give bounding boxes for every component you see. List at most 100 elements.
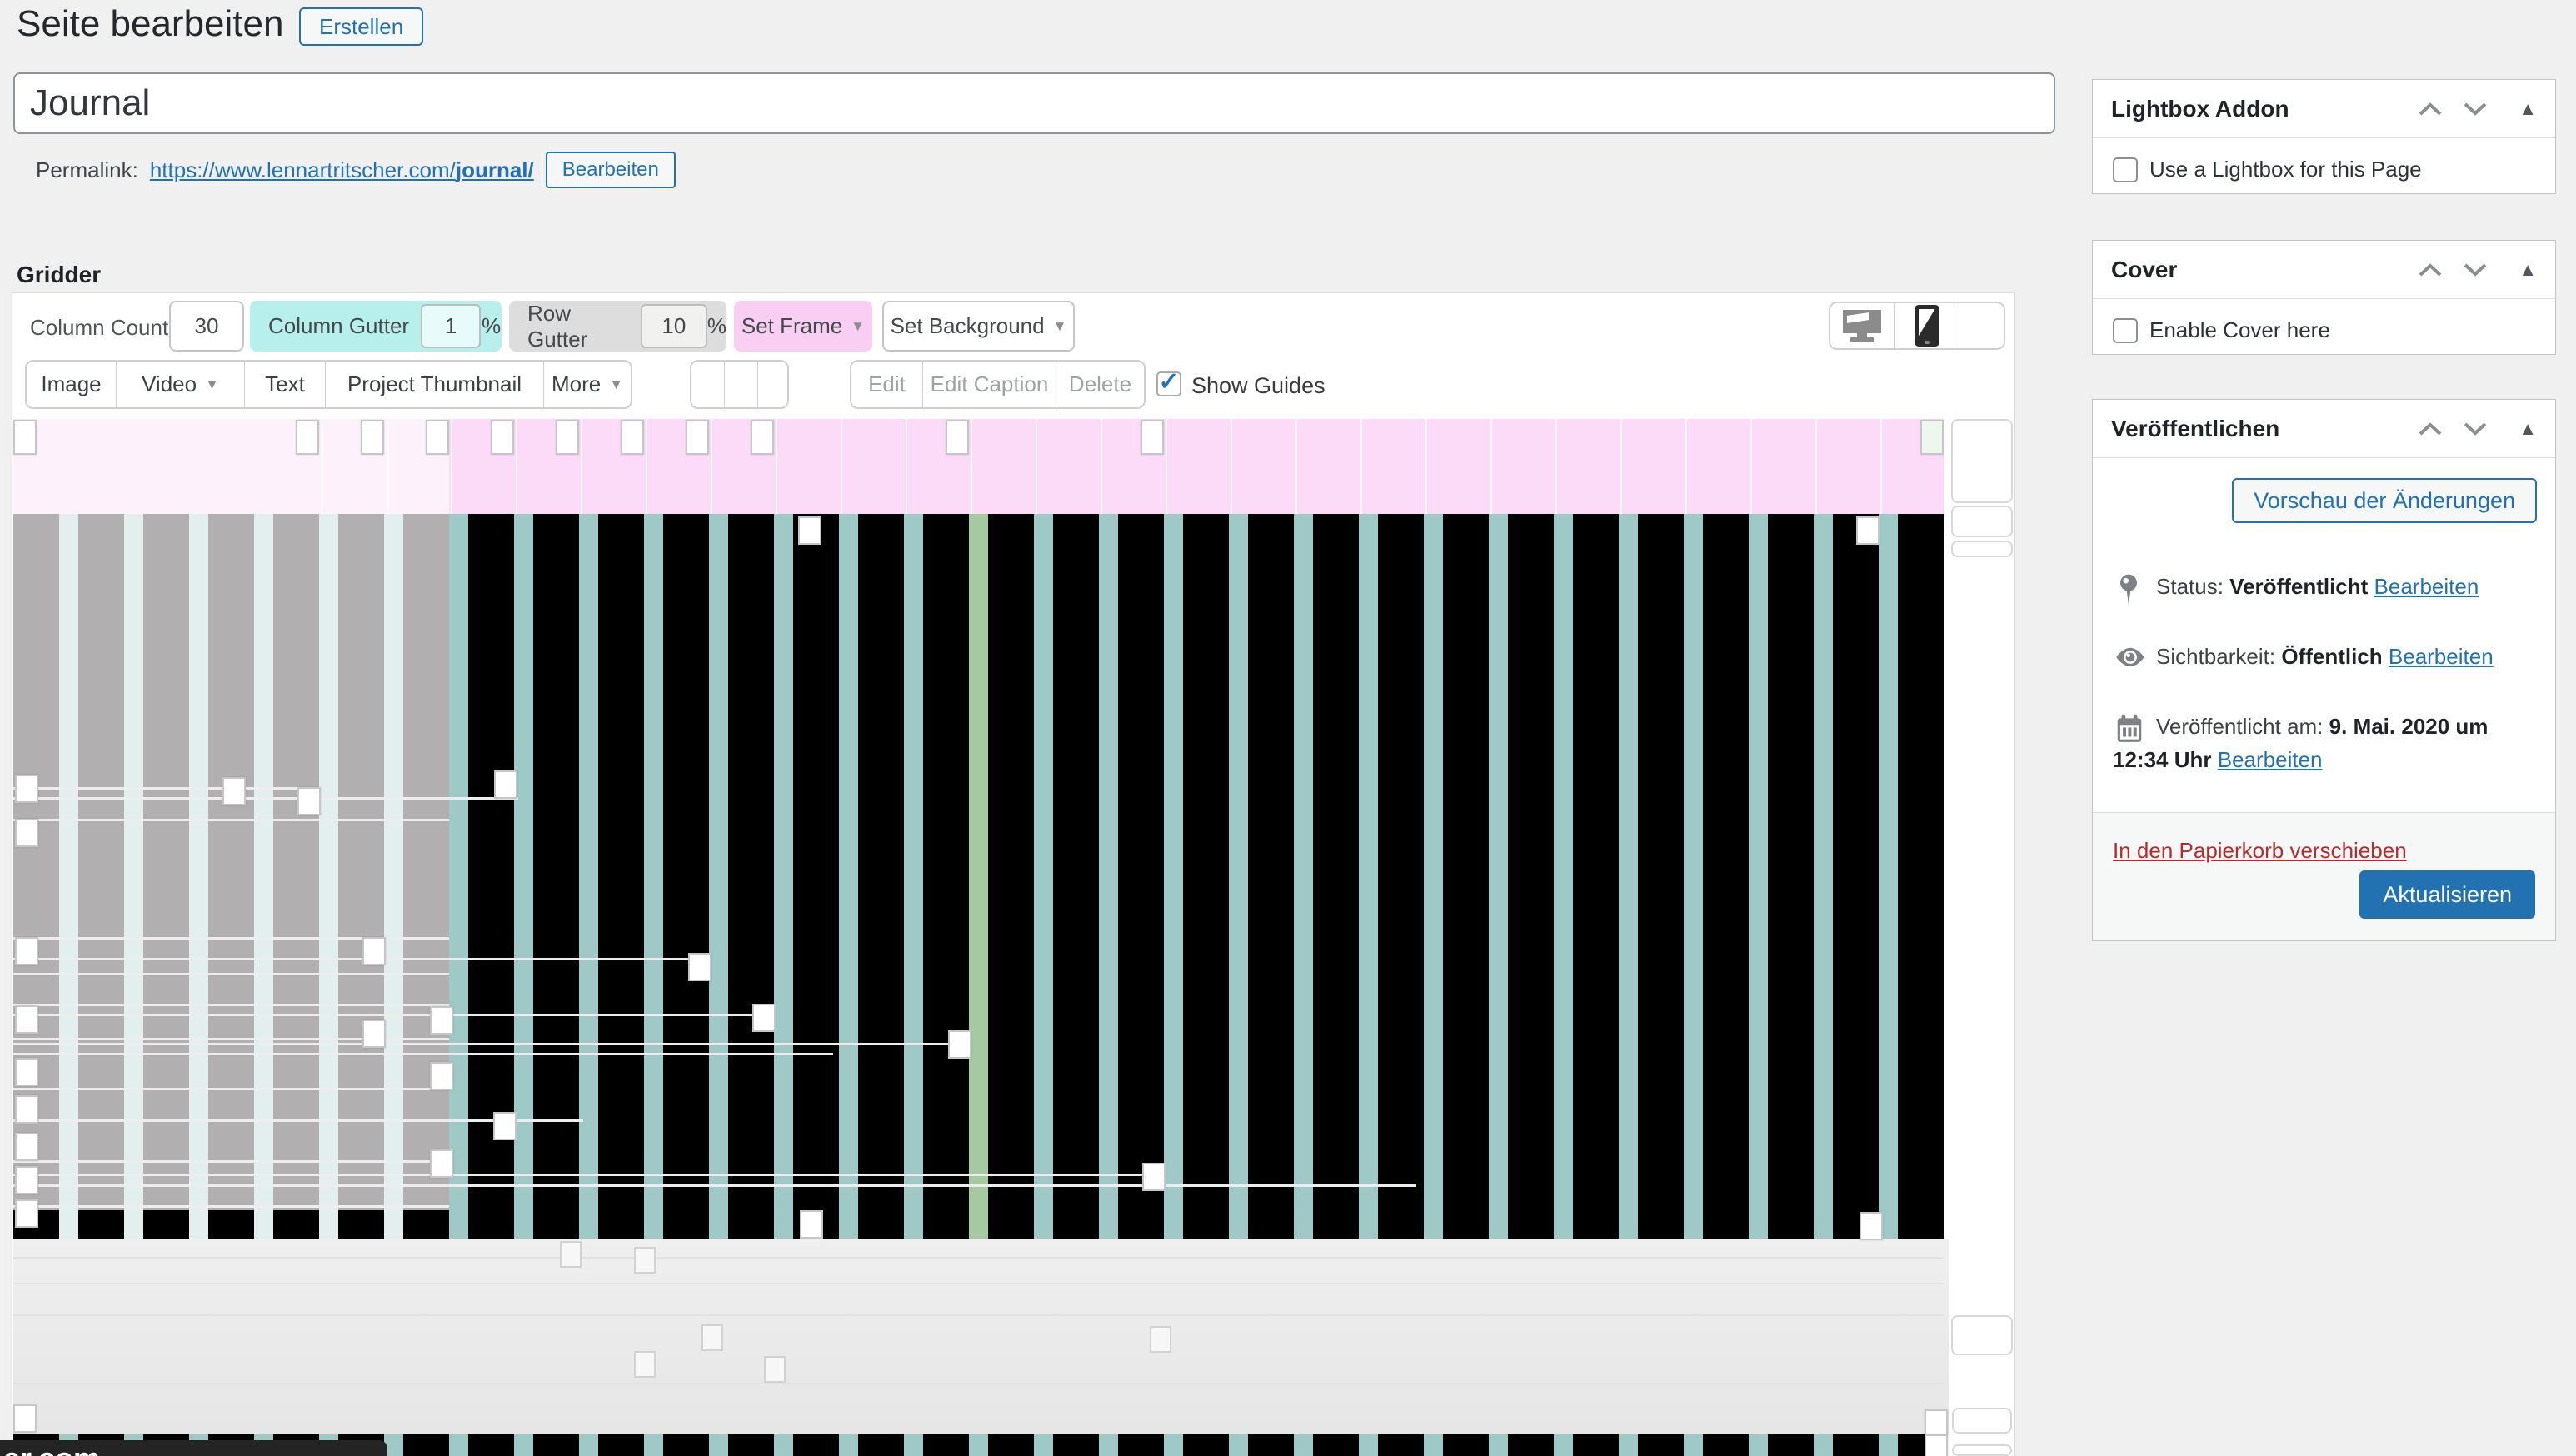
mobile-preview-button[interactable] xyxy=(1895,303,1959,348)
drag-handle[interactable] xyxy=(13,420,37,455)
show-guides-label[interactable]: Show Guides xyxy=(1191,373,1325,399)
empty-cell-box[interactable] xyxy=(1952,1444,2012,1456)
lightbox-checkbox[interactable] xyxy=(2113,157,2138,182)
edit-permalink-button[interactable]: Bearbeiten xyxy=(546,152,676,188)
move-down-icon[interactable] xyxy=(2462,421,2489,437)
drag-handle[interactable] xyxy=(800,1210,823,1239)
edit-visibility-link[interactable]: Bearbeiten xyxy=(2389,644,2494,669)
column-gutter-input[interactable] xyxy=(421,304,481,348)
drag-handle[interactable] xyxy=(1925,1409,1948,1438)
edit-status-link[interactable]: Bearbeiten xyxy=(2374,574,2479,599)
empty-cell-box[interactable] xyxy=(1951,1315,2013,1355)
drag-handle[interactable] xyxy=(426,420,449,455)
insert-image-button[interactable]: Image xyxy=(27,362,117,407)
drag-handle[interactable] xyxy=(13,1404,37,1433)
drag-handle[interactable] xyxy=(15,1005,38,1034)
move-up-icon[interactable] xyxy=(2417,421,2444,437)
drag-handle[interactable] xyxy=(15,1166,38,1194)
drag-handle[interactable] xyxy=(621,420,644,455)
drag-handle[interactable] xyxy=(15,1058,38,1086)
drag-handle[interactable] xyxy=(361,420,384,455)
grid-columns-gray[interactable] xyxy=(13,514,449,1210)
cover-checkbox[interactable] xyxy=(2113,318,2138,343)
spacer-button[interactable] xyxy=(725,362,758,407)
edit-caption-button[interactable]: Edit Caption xyxy=(923,362,1056,407)
panel-header[interactable]: Cover ▲ xyxy=(2093,241,2555,299)
lightbox-checkbox-label[interactable]: Use a Lightbox for this Page xyxy=(2149,157,2422,182)
panel-header[interactable]: Lightbox Addon ▲ xyxy=(2093,80,2555,138)
edit-button[interactable]: Edit xyxy=(851,362,923,407)
drag-handle[interactable] xyxy=(1142,1163,1166,1191)
drag-handle[interactable] xyxy=(948,1030,971,1059)
collapse-toggle-icon[interactable]: ▲ xyxy=(2519,259,2537,281)
drag-handle[interactable] xyxy=(15,937,38,965)
grid-columns-black[interactable] xyxy=(449,514,1944,1239)
post-title-input[interactable] xyxy=(13,72,2055,134)
drag-handle[interactable] xyxy=(688,953,711,981)
set-frame-dropdown[interactable]: Set Frame ▼ xyxy=(734,301,872,352)
delete-button[interactable]: Delete xyxy=(1056,362,1144,407)
empty-cell-box[interactable] xyxy=(1951,541,2013,557)
drag-handle[interactable] xyxy=(493,1112,517,1140)
grid-lower-canvas[interactable] xyxy=(13,1239,1949,1434)
permalink-link[interactable]: https://www.lennartritscher.com/journal/ xyxy=(150,157,534,183)
create-page-button[interactable]: Erstellen xyxy=(299,7,423,46)
drag-handle[interactable] xyxy=(430,1149,453,1178)
move-to-trash-link[interactable]: In den Papierkorb verschieben xyxy=(2113,838,2407,863)
grid-row-frame-pink[interactable] xyxy=(449,419,1944,514)
drag-handle[interactable] xyxy=(297,787,321,815)
drag-handle[interactable] xyxy=(494,770,517,799)
row-gutter-input[interactable] xyxy=(641,304,707,348)
insert-video-button[interactable]: Video▼ xyxy=(117,362,245,407)
move-down-icon[interactable] xyxy=(2462,101,2489,117)
empty-cell-box[interactable] xyxy=(1952,1408,2012,1434)
drag-handle[interactable] xyxy=(491,420,514,455)
update-button[interactable]: Aktualisieren xyxy=(2359,870,2535,919)
column-count-input[interactable] xyxy=(169,301,244,352)
drag-handle[interactable] xyxy=(1860,1212,1883,1240)
insert-more-button[interactable]: More▼ xyxy=(544,362,631,407)
drag-handle[interactable] xyxy=(15,1095,38,1124)
collapse-toggle-icon[interactable]: ▲ xyxy=(2519,98,2537,120)
drag-handle[interactable] xyxy=(15,775,38,803)
grid-bottom-strip-left[interactable] xyxy=(13,1210,449,1239)
drag-handle[interactable] xyxy=(1141,420,1164,455)
drag-handle[interactable] xyxy=(1856,516,1880,545)
drag-handle[interactable] xyxy=(1920,420,1944,455)
drag-handle[interactable] xyxy=(798,516,821,545)
drag-handle[interactable] xyxy=(430,1062,453,1090)
spacer-button[interactable] xyxy=(691,362,725,407)
panel-header[interactable]: Veröffentlichen ▲ xyxy=(2093,400,2555,458)
empty-cell-box[interactable] xyxy=(1951,419,2013,503)
empty-preview-button[interactable] xyxy=(1959,303,2004,348)
drag-handle[interactable] xyxy=(946,420,969,455)
drag-handle[interactable] xyxy=(296,420,319,455)
move-up-icon[interactable] xyxy=(2417,262,2444,278)
drag-handle[interactable] xyxy=(362,937,386,965)
desktop-preview-button[interactable] xyxy=(1830,303,1895,348)
frame-separator xyxy=(322,419,323,514)
drag-handle[interactable] xyxy=(752,1004,776,1032)
preview-changes-button[interactable]: Vorschau der Änderungen xyxy=(2232,478,2537,523)
insert-text-button[interactable]: Text xyxy=(245,362,326,407)
edit-published-date-link[interactable]: Bearbeiten xyxy=(2218,747,2323,772)
move-up-icon[interactable] xyxy=(2417,101,2444,117)
drag-handle[interactable] xyxy=(556,420,579,455)
cover-checkbox-label[interactable]: Enable Cover here xyxy=(2149,317,2330,343)
drag-handle[interactable] xyxy=(15,1199,38,1228)
drag-handle[interactable] xyxy=(222,777,246,805)
drag-handle[interactable] xyxy=(362,1020,386,1048)
drag-handle[interactable] xyxy=(686,420,709,455)
drag-handle[interactable] xyxy=(430,1006,453,1035)
drag-handle[interactable] xyxy=(15,1133,38,1161)
move-down-icon[interactable] xyxy=(2462,262,2489,278)
set-background-dropdown[interactable]: Set Background ▼ xyxy=(882,301,1075,352)
drag-handle[interactable] xyxy=(751,420,774,455)
show-guides-checkbox[interactable]: ✓ xyxy=(1156,371,1181,396)
collapse-toggle-icon[interactable]: ▲ xyxy=(2519,418,2537,440)
empty-cell-box[interactable] xyxy=(1951,506,2013,537)
drag-handle[interactable] xyxy=(1925,1434,1948,1456)
spacer-button[interactable] xyxy=(758,362,787,407)
insert-project-thumbnail-button[interactable]: Project Thumbnail xyxy=(326,362,544,407)
drag-handle[interactable] xyxy=(15,819,38,847)
